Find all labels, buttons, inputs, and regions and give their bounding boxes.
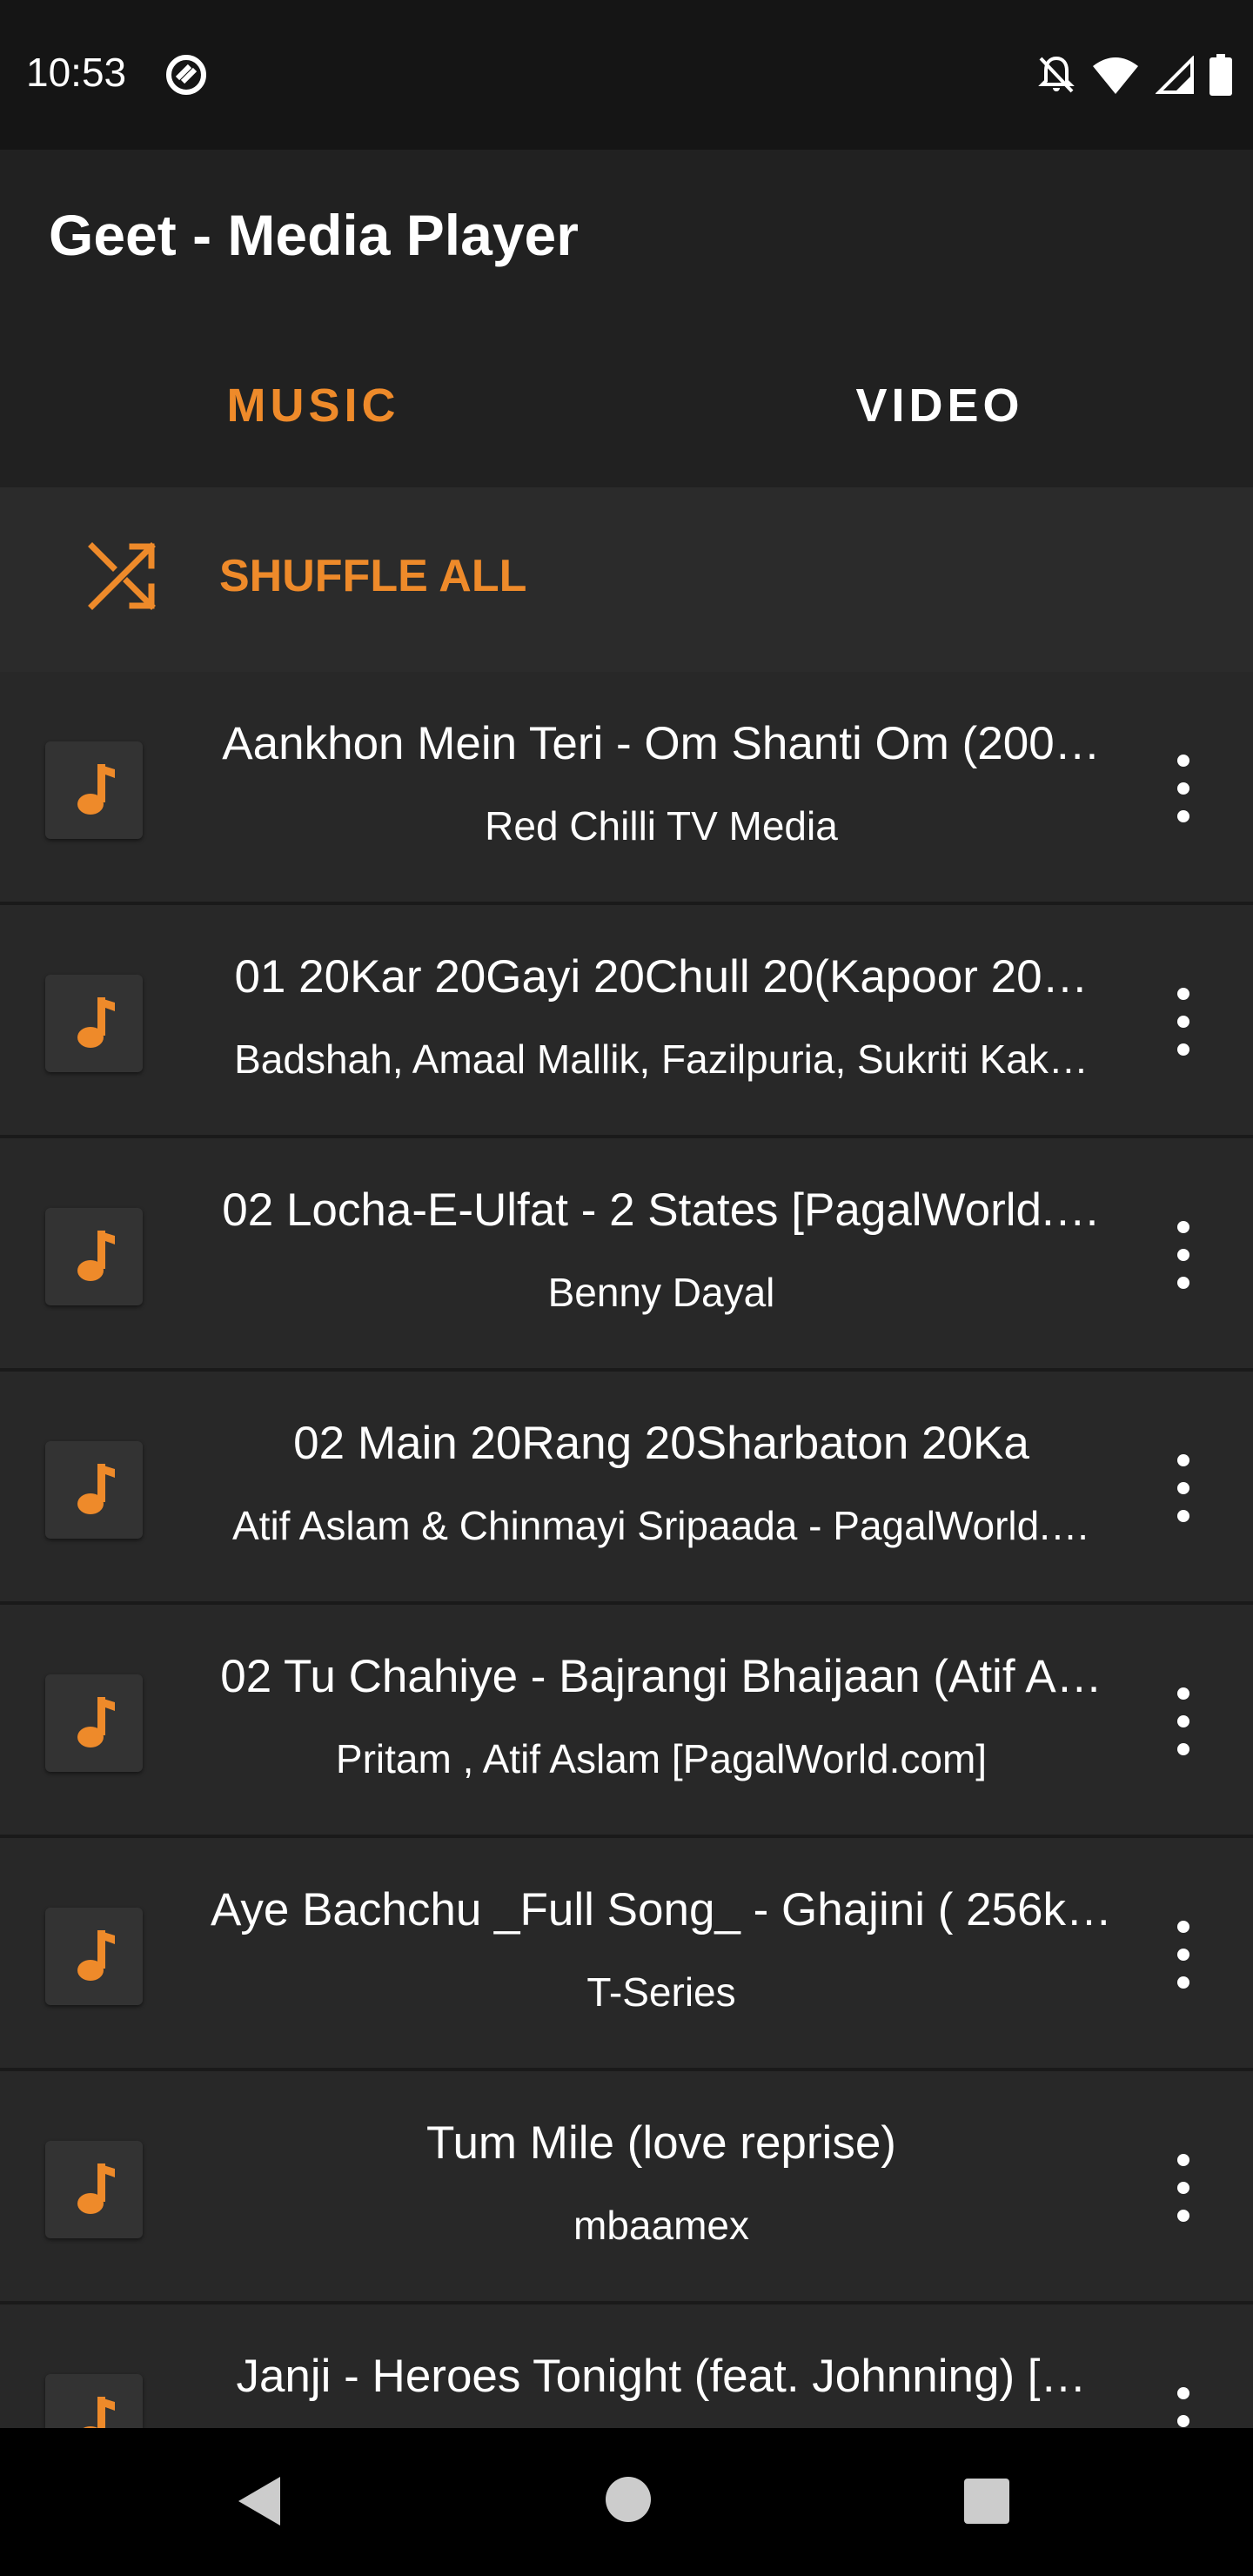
- album-art: [45, 1908, 143, 2005]
- album-art: [45, 1441, 143, 1539]
- tab-video[interactable]: VIDEO: [626, 324, 1253, 487]
- song-title: 02 Main 20Rang 20Sharbaton 20Ka: [293, 1418, 1029, 1469]
- signal-icon: [1156, 56, 1194, 94]
- song-row[interactable]: Aankhon Mein Teri - Om Shanti Om (200… R…: [0, 672, 1253, 905]
- song-row[interactable]: 02 Locha-E-Ulfat - 2 States [PagalWorld.…: [0, 1138, 1253, 1372]
- tab-music[interactable]: MUSIC: [0, 324, 626, 487]
- song-row[interactable]: 02 Main 20Rang 20Sharbaton 20Ka Atif Asl…: [0, 1372, 1253, 1605]
- recents-icon[interactable]: [964, 2479, 1009, 2524]
- music-note-icon: [77, 997, 115, 1048]
- song-title: 02 Tu Chahiye - Bajrangi Bhaijaan (Atif …: [220, 1651, 1102, 1702]
- song-title: Janji - Heroes Tonight (feat. Johnning) …: [236, 2351, 1087, 2402]
- song-artist: Badshah, Amaal Mallik, Fazilpuria, Sukri…: [234, 1036, 1089, 1082]
- song-artist: Atif Aslam & Chinmayi Sripaada - PagalWo…: [232, 1503, 1090, 1548]
- music-note-icon: [77, 1231, 115, 1281]
- home-icon[interactable]: [604, 2475, 653, 2524]
- song-title: 02 Locha-E-Ulfat - 2 States [PagalWorld.…: [222, 1184, 1101, 1236]
- album-art: [45, 2141, 143, 2238]
- notifications-off-icon: [1038, 56, 1075, 93]
- song-row[interactable]: 01 20Kar 20Gayi 20Chull 20(Kapoor 20… Ba…: [0, 905, 1253, 1138]
- music-note-icon: [77, 764, 115, 815]
- song-artist: T-Series: [586, 1969, 736, 2015]
- more-options-icon[interactable]: [1163, 745, 1204, 832]
- song-artist: Pritam , Atif Aslam [PagalWorld.com]: [335, 1736, 988, 1781]
- song-title: Tum Mile (love reprise): [426, 2117, 896, 2169]
- more-options-icon[interactable]: [1163, 1911, 1204, 1998]
- song-title: Aankhon Mein Teri - Om Shanti Om (200…: [222, 718, 1101, 769]
- album-art: [45, 1208, 143, 1305]
- shuffle-all-button[interactable]: SHUFFLE ALL: [0, 487, 1253, 674]
- more-options-icon[interactable]: [1163, 1678, 1204, 1765]
- shuffle-icon: [88, 542, 156, 610]
- song-artist: Red Chilli TV Media: [485, 803, 838, 849]
- more-options-icon[interactable]: [1163, 978, 1204, 1065]
- battery-icon: [1209, 54, 1232, 96]
- music-note-icon: [77, 1930, 115, 1981]
- album-art: [45, 1674, 143, 1772]
- song-title: Aye Bachchu _Full Song_ - Ghajini ( 256k…: [210, 1884, 1113, 1935]
- song-row[interactable]: Tum Mile (love reprise) mbaamex: [0, 2071, 1253, 2304]
- song-row[interactable]: Aye Bachchu _Full Song_ - Ghajini ( 256k…: [0, 1838, 1253, 2071]
- music-note-icon: [77, 2163, 115, 2214]
- song-artist: mbaamex: [573, 2203, 749, 2248]
- album-art: [45, 741, 143, 839]
- music-note-icon: [77, 1697, 115, 1748]
- music-note-icon: [77, 1464, 115, 1514]
- song-artist: Benny Dayal: [547, 1270, 775, 1315]
- shuffle-all-label: SHUFFLE ALL: [219, 551, 527, 601]
- status-bar: 10:53: [0, 0, 1253, 150]
- song-title: 01 20Kar 20Gayi 20Chull 20(Kapoor 20…: [234, 951, 1089, 1003]
- more-options-icon[interactable]: [1163, 1445, 1204, 1532]
- status-time: 10:53: [26, 50, 127, 95]
- back-icon[interactable]: [235, 2473, 284, 2529]
- more-options-icon[interactable]: [1163, 2144, 1204, 2231]
- song-list: Aankhon Mein Teri - Om Shanti Om (200… R…: [0, 672, 1253, 2538]
- app-bar: Geet - Media Player: [0, 150, 1253, 324]
- tab-bar: MUSIC VIDEO: [0, 324, 1253, 487]
- navigation-bar: [0, 2428, 1253, 2576]
- song-row[interactable]: 02 Tu Chahiye - Bajrangi Bhaijaan (Atif …: [0, 1605, 1253, 1838]
- app-title: Geet - Media Player: [49, 203, 579, 267]
- sync-icon: [166, 55, 206, 95]
- more-options-icon[interactable]: [1163, 1211, 1204, 1298]
- wifi-icon: [1093, 57, 1138, 94]
- album-art: [45, 975, 143, 1072]
- status-icons: [1037, 52, 1232, 97]
